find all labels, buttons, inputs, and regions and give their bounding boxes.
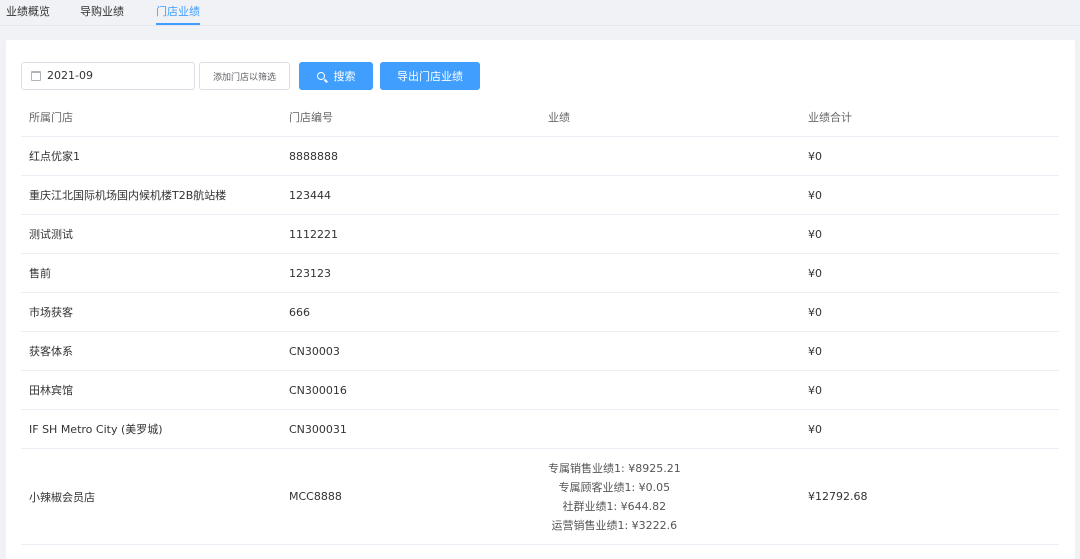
performance-line: 运营销售业绩1: ¥3222.6 xyxy=(551,518,678,532)
store-name-cell: 红点优家1 xyxy=(29,150,80,163)
store-name-cell: 获客体系 xyxy=(29,345,73,358)
table-row: 重庆江北国际机场国内候机楼T2B航站楼 123444 ¥0 xyxy=(21,176,1059,215)
month-picker[interactable]: 2021-09 xyxy=(21,62,195,90)
table-header: 所属门店 门店编号 业绩 业绩合计 xyxy=(21,98,1059,137)
store-code-cell: CN30003 xyxy=(289,344,340,358)
store-name-cell: 市场获客 xyxy=(29,306,73,319)
store-performance-table: 所属门店 门店编号 业绩 业绩合计 红点优家1 8888888 ¥0 重庆江北国… xyxy=(21,98,1059,559)
table-row: 小辣椒会员店-999 MCC9999 ¥0 xyxy=(21,545,1059,559)
total-cell: ¥0 xyxy=(808,344,822,358)
total-cell: ¥12792.68 xyxy=(808,490,868,503)
tab-guide-performance[interactable]: 导购业绩 xyxy=(80,3,124,25)
table-row: 田林宾馆 CN300016 ¥0 xyxy=(21,371,1059,410)
store-code-cell: 123444 xyxy=(289,188,331,202)
table-row: IF SH Metro City (美罗城) CN300031 ¥0 xyxy=(21,410,1059,449)
column-header-total: 业绩合计 xyxy=(808,111,852,124)
total-cell: ¥0 xyxy=(808,545,822,559)
table-row: 市场获客 666 ¥0 xyxy=(21,293,1059,332)
table-row: 测试测试 1112221 ¥0 xyxy=(21,215,1059,254)
store-name-cell: 小辣椒会员店 xyxy=(29,490,95,504)
column-header-store: 所属门店 xyxy=(29,111,73,124)
search-icon xyxy=(316,72,325,80)
content-card: 2021-09 添加门店以筛选 搜索 导出门店业绩 所属门店 门店编号 业绩 业… xyxy=(6,40,1075,559)
store-code-cell: 8888888 xyxy=(289,149,338,163)
store-code-cell: CN300016 xyxy=(289,383,347,397)
store-code-cell: 123123 xyxy=(289,266,331,280)
column-header-code: 门店编号 xyxy=(289,111,333,124)
export-store-performance-button[interactable]: 导出门店业绩 xyxy=(380,62,480,90)
store-name-cell: 测试测试 xyxy=(29,228,73,241)
store-code-cell: MCC9999 xyxy=(289,545,342,559)
search-button[interactable]: 搜索 xyxy=(299,62,373,90)
column-header-performance: 业绩 xyxy=(548,111,570,124)
total-cell: ¥0 xyxy=(808,188,822,202)
performance-cell: 专属销售业绩1: ¥8925.21 专属顾客业绩1: ¥0.05 社群业绩1: … xyxy=(548,449,681,544)
store-code-cell: 666 xyxy=(289,305,310,319)
total-cell: ¥0 xyxy=(808,227,822,241)
tab-store-performance[interactable]: 门店业绩 xyxy=(156,3,200,25)
performance-line: 专属销售业绩1: ¥8925.21 xyxy=(548,461,681,475)
store-code-cell: 1112221 xyxy=(289,227,338,241)
add-store-filter-button[interactable]: 添加门店以筛选 xyxy=(199,62,290,90)
store-name-cell: 售前 xyxy=(29,267,51,280)
store-name-cell: 小辣椒会员店-999 xyxy=(29,545,120,559)
table-row: 售前 123123 ¥0 xyxy=(21,254,1059,293)
store-code-cell: MCC8888 xyxy=(289,490,342,503)
performance-line: 社群业绩1: ¥644.82 xyxy=(562,499,667,513)
month-picker-value: 2021-09 xyxy=(47,69,93,82)
table-row: 获客体系 CN30003 ¥0 xyxy=(21,332,1059,371)
total-cell: ¥0 xyxy=(808,305,822,319)
store-name-cell: IF SH Metro City (美罗城) xyxy=(29,423,163,436)
store-name-cell: 田林宾馆 xyxy=(29,384,73,397)
performance-line: 专属顾客业绩1: ¥0.05 xyxy=(558,480,671,494)
table-row: 小辣椒会员店 MCC8888 专属销售业绩1: ¥8925.21 专属顾客业绩1… xyxy=(21,449,1059,545)
search-button-label: 搜索 xyxy=(333,70,356,83)
total-cell: ¥0 xyxy=(808,422,822,436)
calendar-icon xyxy=(31,71,41,81)
total-cell: ¥0 xyxy=(808,149,822,163)
table-row: 红点优家1 8888888 ¥0 xyxy=(21,137,1059,176)
store-code-cell: CN300031 xyxy=(289,422,347,436)
total-cell: ¥0 xyxy=(808,266,822,280)
tab-bar: 业绩概览 导购业绩 门店业绩 xyxy=(0,0,1080,26)
total-cell: ¥0 xyxy=(808,383,822,397)
store-name-cell: 重庆江北国际机场国内候机楼T2B航站楼 xyxy=(29,189,227,202)
tab-overview[interactable]: 业绩概览 xyxy=(6,3,50,25)
